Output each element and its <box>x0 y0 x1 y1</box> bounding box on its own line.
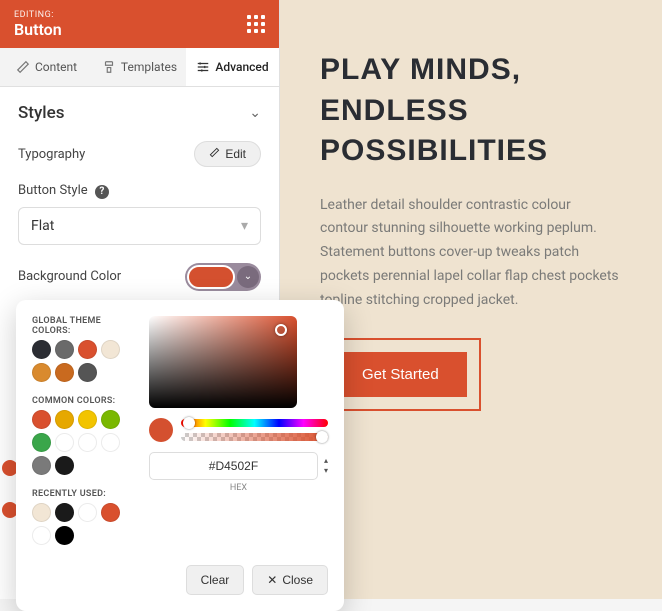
sliders-icon <box>196 60 210 74</box>
styles-section-toggle[interactable]: Styles ⌄ <box>18 103 261 123</box>
close-button[interactable]: ✕ Close <box>252 565 328 595</box>
element-name: Button <box>14 20 62 39</box>
common-swatch[interactable] <box>55 433 74 452</box>
button-style-select[interactable]: Flat ▾ <box>18 207 261 245</box>
drag-handle-icon[interactable] <box>247 15 265 33</box>
global-swatch[interactable] <box>55 363 74 382</box>
color-swatch <box>187 265 235 289</box>
tabs-bar: Content Templates Advanced <box>0 48 279 87</box>
recent-swatch[interactable] <box>32 526 51 545</box>
global-swatch[interactable] <box>32 340 51 359</box>
body-paragraph: Leather detail shoulder contrastic colou… <box>320 194 622 313</box>
template-icon <box>102 60 116 74</box>
hue-slider[interactable] <box>181 419 328 427</box>
recent-swatch[interactable] <box>55 503 74 522</box>
typography-edit-button[interactable]: Edit <box>194 141 261 167</box>
global-colors-label: GLOBAL THEME COLORS: <box>32 316 137 336</box>
button-style-label: Button Style ? <box>18 183 109 199</box>
section-title: Styles <box>18 103 64 123</box>
color-picker-popover: GLOBAL THEME COLORS: COMMON COLORS: RECE… <box>16 300 344 611</box>
recent-swatch[interactable] <box>55 526 74 545</box>
global-swatch[interactable] <box>78 340 97 359</box>
common-swatch[interactable] <box>101 410 120 429</box>
common-colors-label: COMMON COLORS: <box>32 396 137 406</box>
common-swatch[interactable] <box>101 433 120 452</box>
chevron-down-icon[interactable]: ⌄ <box>237 266 259 288</box>
clear-button[interactable]: Clear <box>186 565 245 595</box>
recent-swatch[interactable] <box>101 503 120 522</box>
cta-selection-outline: Get Started <box>320 338 481 411</box>
global-swatch[interactable] <box>101 340 120 359</box>
help-icon[interactable]: ? <box>95 185 109 199</box>
page-heading: PLAY MINDS, ENDLESS POSSIBILITIES <box>320 50 622 172</box>
common-swatch[interactable] <box>32 456 51 475</box>
editing-label: EDITING: <box>14 10 62 20</box>
pencil-icon <box>209 147 220 161</box>
common-swatch[interactable] <box>32 433 51 452</box>
current-color-swatch <box>149 418 173 442</box>
recent-colors-label: RECENTLY USED: <box>32 489 137 499</box>
cta-button[interactable]: Get Started <box>334 352 467 397</box>
global-swatch[interactable] <box>55 340 74 359</box>
tab-templates[interactable]: Templates <box>93 48 186 86</box>
tab-content[interactable]: Content <box>0 48 93 86</box>
common-swatch[interactable] <box>55 456 74 475</box>
format-stepper[interactable]: ▴▾ <box>324 457 328 475</box>
tab-advanced[interactable]: Advanced <box>186 48 279 86</box>
hex-format-label: HEX <box>149 483 328 493</box>
chevron-down-icon: ⌄ <box>249 105 261 121</box>
saturation-value-picker[interactable] <box>149 316 297 408</box>
typography-label: Typography <box>18 147 85 162</box>
common-swatch[interactable] <box>78 433 97 452</box>
hex-input[interactable] <box>149 452 318 480</box>
recent-swatch[interactable] <box>78 503 97 522</box>
recent-swatch[interactable] <box>32 503 51 522</box>
editor-header: EDITING: Button <box>0 0 279 48</box>
common-swatch[interactable] <box>32 410 51 429</box>
caret-down-icon: ▾ <box>241 218 248 234</box>
pencil-icon <box>16 60 30 74</box>
common-swatch[interactable] <box>78 410 97 429</box>
alpha-slider[interactable] <box>181 433 328 441</box>
global-swatch[interactable] <box>78 363 97 382</box>
sv-handle[interactable] <box>275 324 287 336</box>
common-swatch[interactable] <box>55 410 74 429</box>
background-color-label: Background Color <box>18 269 121 284</box>
close-icon: ✕ <box>267 573 277 587</box>
global-swatch[interactable] <box>32 363 51 382</box>
background-color-control[interactable]: ⌄ <box>185 263 261 291</box>
